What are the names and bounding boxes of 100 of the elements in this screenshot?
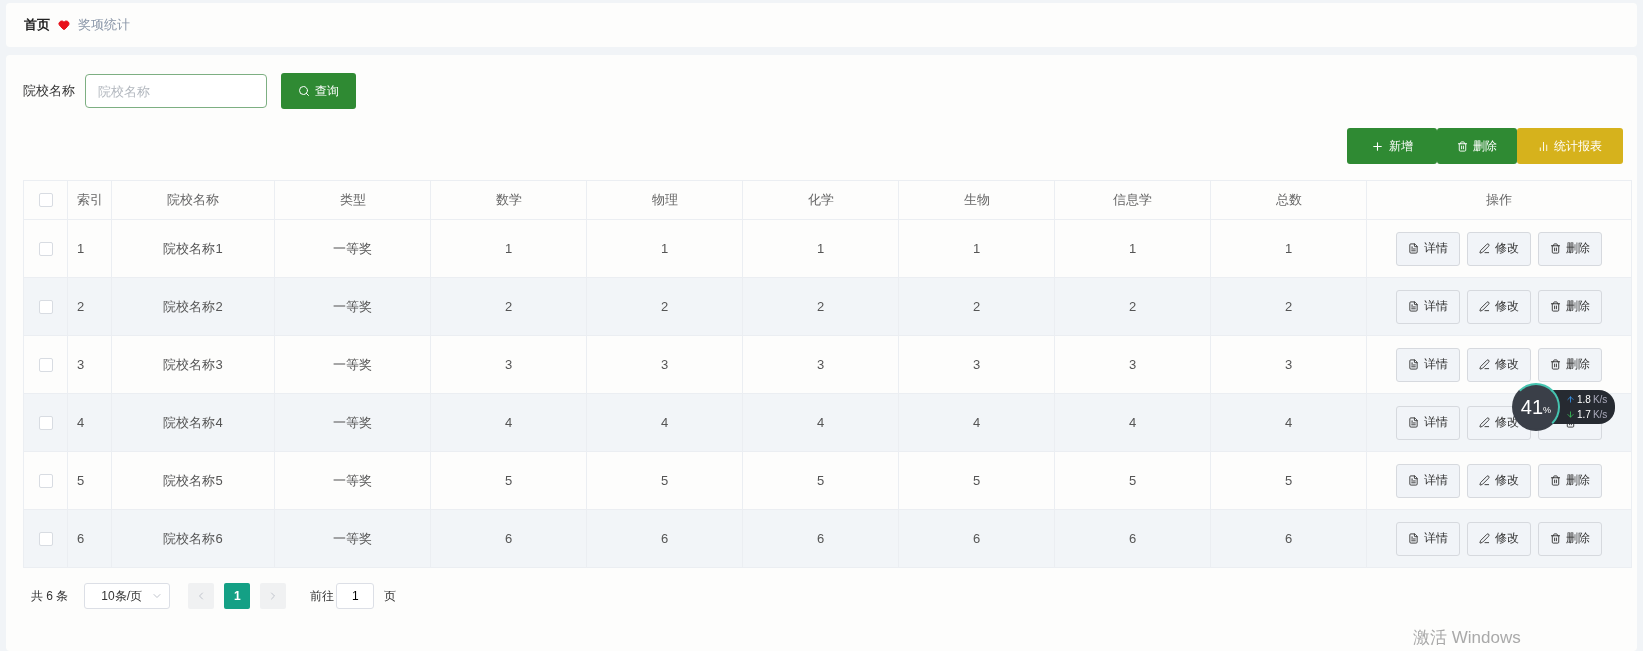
page-input[interactable]: 1 <box>336 583 375 609</box>
download-speed: 1.7 <box>1577 409 1591 420</box>
document-icon <box>1408 243 1419 254</box>
column-header: 类型 <box>339 191 366 209</box>
trash-icon <box>1550 243 1561 254</box>
search-field[interactable]: 院校名称 <box>85 74 267 108</box>
breadcrumb-item[interactable]: 首页 <box>24 16 50 34</box>
checkbox[interactable] <box>38 415 53 430</box>
detail-button[interactable]: 详情 <box>1396 521 1460 556</box>
total-count: 共 6 条 <box>31 587 69 605</box>
prev-page-button[interactable] <box>188 583 215 609</box>
table-cell: 4 <box>816 415 825 430</box>
detail-button[interactable]: 详情 <box>1396 231 1460 266</box>
table-cell: 院校名称6 <box>163 529 223 548</box>
search-icon <box>298 85 310 97</box>
table-cell: 院校名称1 <box>163 239 223 258</box>
system-notice: 激活 Windows <box>1413 627 1521 649</box>
detail-button[interactable]: 详情 <box>1396 347 1460 382</box>
edit-button[interactable]: 修改 <box>1467 231 1531 266</box>
edit-button[interactable]: 修改 <box>1467 521 1531 556</box>
search-button[interactable]: 查询 <box>281 73 356 109</box>
delete-button[interactable]: 删除 <box>1538 521 1602 556</box>
column-header: 物理 <box>651 191 678 209</box>
column-header: 索引 <box>77 191 103 209</box>
table-cell: 3 <box>816 357 825 372</box>
trash-icon <box>1550 475 1561 486</box>
pen-icon <box>1479 417 1490 428</box>
table-cell: 院校名称2 <box>163 297 223 316</box>
edit-button[interactable]: 修改 <box>1467 289 1531 324</box>
checkbox[interactable] <box>38 241 53 256</box>
table-cell: 4 <box>1284 415 1293 430</box>
table-cell: 3 <box>972 357 981 372</box>
goto-label: 前往 <box>310 587 335 605</box>
table-cell: 6 <box>660 531 669 546</box>
column-header: 院校名称 <box>167 191 219 209</box>
table-cell: 5 <box>504 473 513 488</box>
table-cell: 1 <box>77 241 85 256</box>
table-cell: 2 <box>1284 299 1293 314</box>
table-cell: 2 <box>1128 299 1137 314</box>
upload-arrow-icon <box>1566 395 1575 404</box>
table-cell: 一等奖 <box>333 355 372 374</box>
checkbox[interactable] <box>38 299 53 314</box>
trash-icon <box>1550 301 1561 312</box>
table-cell: 5 <box>972 473 981 488</box>
document-icon <box>1408 359 1419 370</box>
table-cell: 6 <box>972 531 981 546</box>
detail-button[interactable]: 详情 <box>1396 289 1460 324</box>
document-icon <box>1408 417 1419 428</box>
checkbox[interactable] <box>38 357 53 372</box>
next-page-button[interactable] <box>260 583 287 609</box>
edit-button[interactable]: 修改 <box>1467 347 1531 382</box>
delete-button[interactable]: 删除 <box>1538 231 1602 266</box>
table-cell: 1 <box>972 241 981 256</box>
table-cell: 2 <box>77 299 85 314</box>
pen-icon <box>1479 301 1490 312</box>
edit-button[interactable]: 修改 <box>1467 463 1531 498</box>
checkbox[interactable] <box>38 193 53 207</box>
pen-icon <box>1479 475 1490 486</box>
table-cell: 一等奖 <box>333 413 372 432</box>
column-header: 信息学 <box>1113 191 1152 209</box>
add-button[interactable]: 新增 <box>1347 128 1437 164</box>
table-cell: 一等奖 <box>333 239 372 258</box>
trash-icon <box>1550 533 1561 544</box>
delete-button[interactable]: 删除 <box>1538 347 1602 382</box>
table-cell: 5 <box>816 473 825 488</box>
plus-icon <box>1371 139 1384 153</box>
delete-button[interactable]: 删除 <box>1538 289 1602 324</box>
table-cell: 4 <box>1128 415 1137 430</box>
table-cell: 1 <box>504 241 513 256</box>
table-cell: 1 <box>1284 241 1293 256</box>
bar-chart-icon <box>1538 140 1549 152</box>
delete-button[interactable]: 删除 <box>1538 463 1602 498</box>
trash-icon <box>1550 359 1561 370</box>
heart-icon <box>58 19 70 31</box>
column-header: 化学 <box>807 191 834 209</box>
delete-button[interactable]: 删除 <box>1437 128 1517 164</box>
document-icon <box>1408 533 1419 544</box>
detail-button[interactable]: 详情 <box>1396 405 1460 440</box>
pen-icon <box>1479 533 1490 544</box>
table-cell: 一等奖 <box>333 297 372 316</box>
field-label: 院校名称 <box>23 82 75 100</box>
column-header: 生物 <box>963 191 990 209</box>
detail-button[interactable]: 详情 <box>1396 463 1460 498</box>
table-cell: 6 <box>1284 531 1293 546</box>
checkbox[interactable] <box>38 473 53 488</box>
trash-icon <box>1457 140 1468 152</box>
table-cell: 4 <box>77 415 85 430</box>
table-cell: 5 <box>660 473 669 488</box>
table-cell: 5 <box>1128 473 1137 488</box>
page-size-select[interactable]: 10条/页 <box>84 583 171 609</box>
speed-unit: K/s <box>1592 394 1608 405</box>
table-cell: 1 <box>660 241 669 256</box>
pen-icon <box>1479 359 1490 370</box>
table-cell: 1 <box>816 241 825 256</box>
table-cell: 一等奖 <box>333 471 372 490</box>
table-cell: 6 <box>1128 531 1137 546</box>
checkbox[interactable] <box>38 531 53 546</box>
table-cell: 3 <box>504 357 513 372</box>
table-cell: 5 <box>77 473 85 488</box>
table-cell: 院校名称3 <box>163 355 223 374</box>
